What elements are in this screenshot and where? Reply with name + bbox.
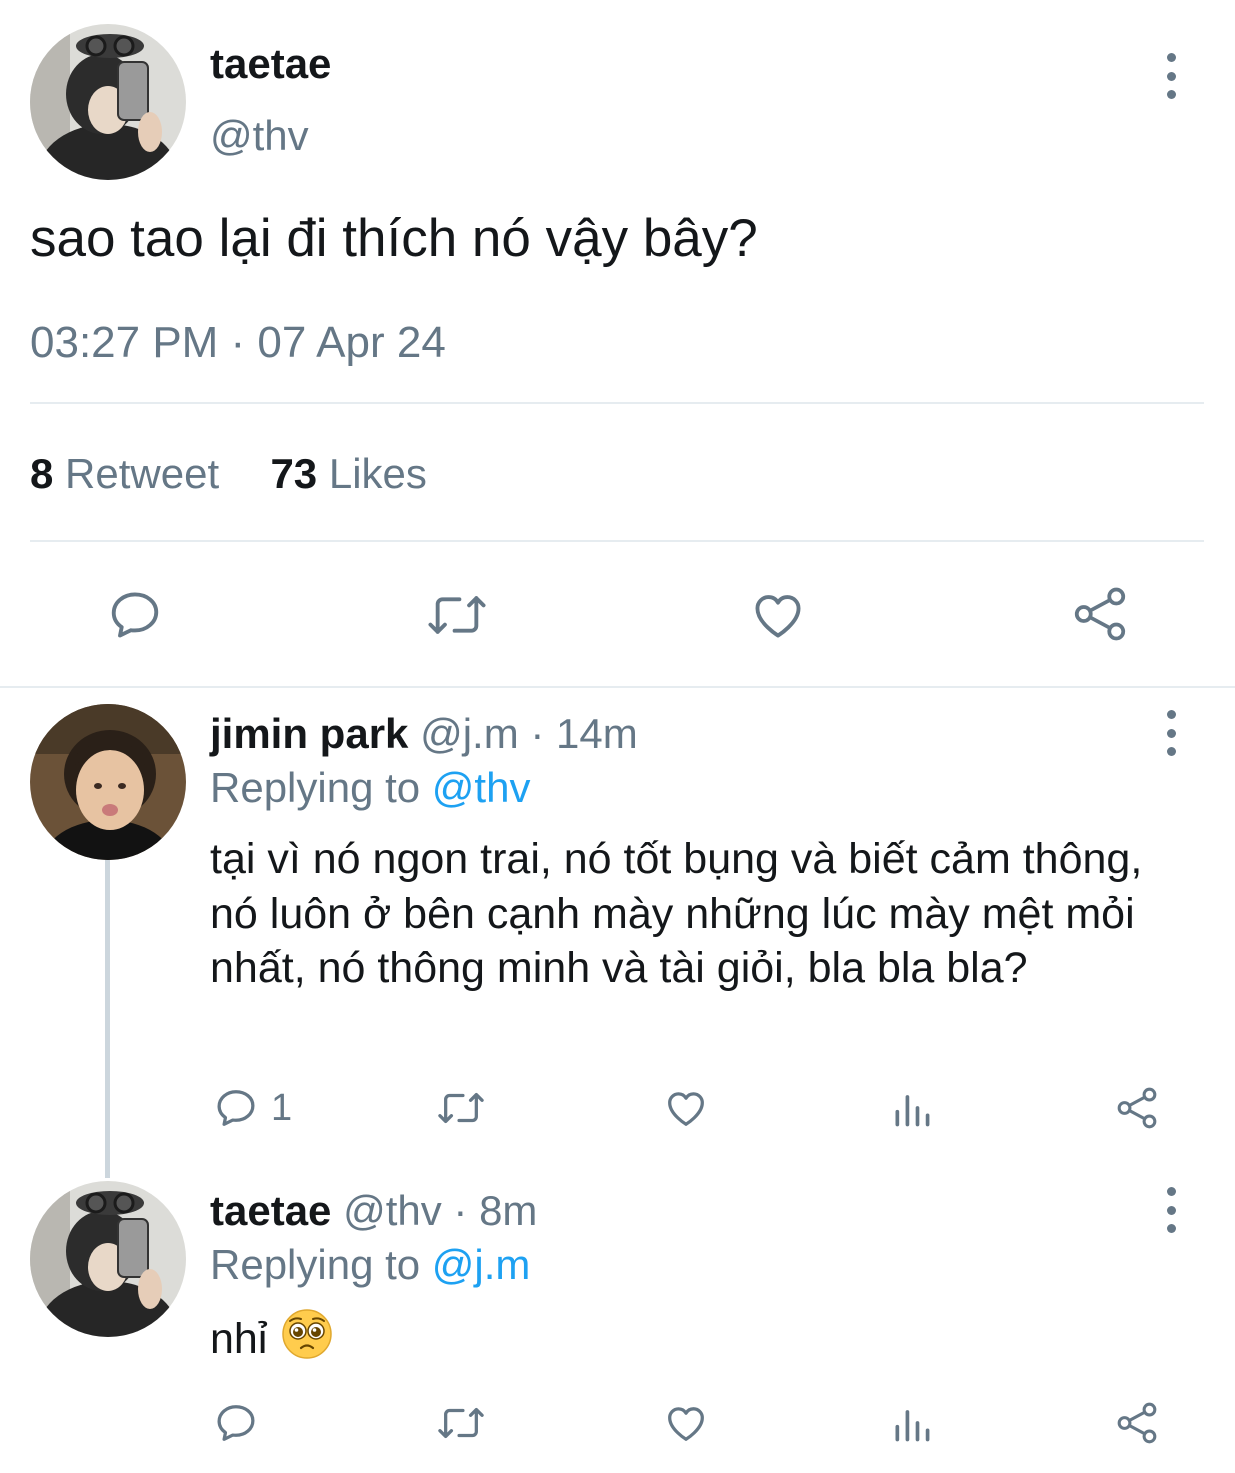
engagement-stats: 8 Retweet 73 Likes (30, 450, 427, 498)
like-count[interactable]: 73 (270, 450, 317, 497)
reply-text: tại vì nó ngon trai, nó tốt bụng và biết… (210, 835, 1143, 992)
reply-icon[interactable] (106, 586, 164, 644)
thread-line (105, 860, 110, 1178)
tweet-timestamp: 03:27 PM · 07 Apr 24 (30, 318, 446, 367)
views-icon[interactable] (890, 1400, 934, 1446)
reply-author-avatar[interactable] (30, 704, 186, 860)
replying-to: Replying to @thv (210, 764, 530, 812)
retweet-count[interactable]: 8 (30, 450, 53, 497)
author-handle[interactable]: @thv (210, 112, 309, 160)
reply-time[interactable]: · 14m (530, 710, 637, 757)
reply-author-handle[interactable]: @thv (343, 1187, 442, 1234)
reply-icon[interactable] (213, 1400, 259, 1446)
views-icon[interactable] (890, 1085, 934, 1131)
reply-author-name[interactable]: taetae (210, 1187, 331, 1234)
like-icon[interactable] (748, 586, 808, 644)
like-label[interactable]: Likes (329, 450, 427, 497)
retweet-icon[interactable] (434, 1085, 488, 1131)
share-icon[interactable] (1114, 1400, 1160, 1446)
author-name[interactable]: taetae (210, 40, 331, 88)
like-icon[interactable] (662, 1400, 710, 1446)
retweet-icon[interactable] (434, 1400, 488, 1446)
reply-text: nhỉ (210, 1315, 268, 1363)
more-options-icon[interactable] (1161, 710, 1181, 756)
share-icon[interactable] (1070, 584, 1130, 644)
replying-to-label: Replying to (210, 1241, 421, 1288)
reply-text-row: nhỉ (210, 1308, 333, 1371)
divider (30, 540, 1204, 542)
reply-header: jimin park @j.m · 14m (210, 710, 638, 758)
reply-author-avatar[interactable] (30, 1181, 186, 1337)
replying-to-handle[interactable]: @thv (432, 764, 531, 811)
reply-author-handle[interactable]: @j.m (420, 710, 519, 757)
retweet-label[interactable]: Retweet (65, 450, 219, 497)
divider (0, 686, 1235, 688)
reply-time[interactable]: · 8m (453, 1187, 537, 1234)
reply-count: 1 (271, 1086, 293, 1129)
reply-header: taetae @thv · 8m (210, 1187, 537, 1235)
author-avatar[interactable] (30, 24, 186, 180)
replying-to-handle[interactable]: @j.m (432, 1241, 531, 1288)
replying-to: Replying to @j.m (210, 1241, 530, 1289)
divider (30, 402, 1204, 404)
more-options-icon[interactable] (1161, 1187, 1181, 1233)
reply-icon (213, 1085, 259, 1131)
replying-to-label: Replying to (210, 764, 421, 811)
reply-button[interactable]: 1 (213, 1085, 292, 1131)
reply-author-name[interactable]: jimin park (210, 710, 408, 757)
more-options-icon[interactable] (1161, 53, 1181, 99)
pleading-face-emoji (281, 1308, 333, 1371)
like-icon[interactable] (662, 1085, 710, 1131)
retweet-icon[interactable] (424, 586, 490, 644)
share-icon[interactable] (1114, 1085, 1160, 1131)
tweet-text: sao tao lại đi thích nó vậy bây? (30, 209, 758, 268)
